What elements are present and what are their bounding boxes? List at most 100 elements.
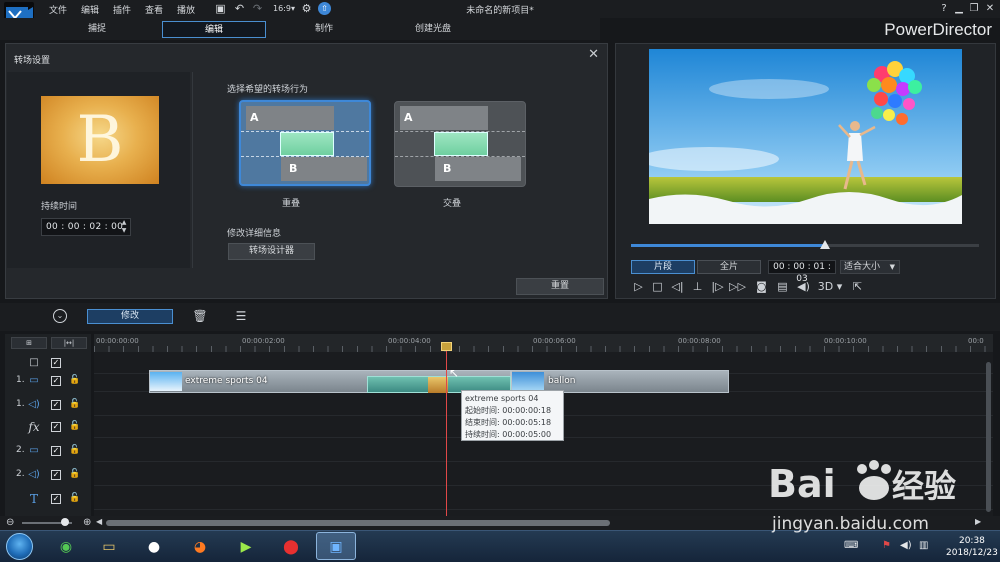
powerdirector-task-icon[interactable]: ▣: [316, 532, 356, 560]
next-frame-icon[interactable]: |▷: [710, 280, 725, 294]
split-icon[interactable]: ⊥: [690, 280, 705, 294]
track-enable-checkbox[interactable]: ✓: [51, 400, 61, 410]
qq-icon[interactable]: ●: [134, 532, 174, 560]
track-lock-icon[interactable]: 🔓: [69, 493, 80, 503]
ruler-tick-label: 00:00:06:00: [533, 337, 576, 345]
3d-mode-button[interactable]: 3D ▾: [817, 280, 843, 294]
spin-down-icon[interactable]: ▼: [117, 227, 131, 235]
zoom-in-icon[interactable]: ⊕: [83, 517, 91, 528]
track-lock-icon[interactable]: 🔓: [69, 445, 80, 455]
close-window-icon[interactable]: ✕: [983, 2, 997, 15]
chevron-down-circle-icon[interactable]: ⌄: [53, 309, 67, 323]
track-number: 1.: [16, 399, 25, 409]
edit-list-icon[interactable]: ☰: [233, 309, 249, 324]
subtitle-icon[interactable]: ▤: [775, 280, 790, 294]
track-lock-icon[interactable]: 🔓: [69, 399, 80, 409]
help-button[interactable]: ?: [937, 2, 951, 15]
play-icon[interactable]: ▷: [631, 280, 646, 294]
title-track-icon: T: [29, 492, 38, 506]
track-enable-checkbox[interactable]: ✓: [51, 470, 61, 480]
duration-label: 持续时间: [41, 202, 78, 212]
movie-mode-button[interactable]: 全片: [697, 260, 761, 274]
preview-scrubber-progress: [631, 244, 825, 247]
thumbnail-letter: B: [76, 103, 124, 177]
clip-a-bar: A: [400, 106, 488, 130]
track-lock-icon[interactable]: 🔓: [69, 421, 80, 431]
tab-produce[interactable]: 制作: [272, 21, 376, 38]
reset-button[interactable]: 重置: [516, 278, 604, 295]
transition-thumbnail: [428, 377, 448, 393]
menu-plugins[interactable]: 插件: [113, 3, 131, 16]
fast-forward-icon[interactable]: ▷▷: [729, 280, 746, 294]
restore-icon[interactable]: ❐: [967, 2, 981, 15]
track-enable-checkbox[interactable]: ✓: [51, 358, 61, 368]
snapshot-icon[interactable]: ◙: [754, 280, 769, 294]
minimize-icon[interactable]: ▁: [952, 2, 966, 15]
previous-frame-icon[interactable]: ◁|: [670, 280, 685, 294]
track-enable-checkbox[interactable]: ✓: [51, 422, 61, 432]
editor-app-icon[interactable]: ▶: [226, 532, 266, 560]
upgrade-icon[interactable]: ⇧: [318, 2, 331, 15]
baidu-watermark: Bai 经验: [764, 455, 994, 555]
preview-panel: 片段 全片 00 : 00 : 01 : 03 适合大小 ▼ ▷ □ ◁| ⊥ …: [615, 43, 996, 299]
clip-label: extreme sports 04: [185, 376, 268, 386]
modify-details-label: 修改详细信息: [227, 229, 282, 239]
clip-thumbnail: [512, 372, 544, 391]
modify-button[interactable]: 修改: [87, 309, 173, 324]
zoom-out-icon[interactable]: ⊖: [6, 517, 14, 528]
transition-designer-button[interactable]: 转场设计器: [228, 243, 315, 260]
track-enable-checkbox[interactable]: ✓: [51, 446, 61, 456]
settings-gear-icon[interactable]: ⚙: [300, 2, 313, 15]
redo-icon[interactable]: ↷: [251, 2, 264, 15]
track-number: 2.: [16, 469, 25, 479]
audio-track-icon: ◁): [28, 469, 40, 480]
menu-edit[interactable]: 编辑: [81, 3, 99, 16]
transition-settings-panel: 转场设置 ✕ B 持续时间 00 : 00 : 02 : 00 ▲ ▼ 选择希望…: [5, 43, 608, 299]
tab-create-disc[interactable]: 创建光盘: [381, 21, 485, 38]
zoom-slider-handle[interactable]: [61, 518, 69, 526]
aspect-ratio-icon[interactable]: 16:9▾: [272, 2, 296, 15]
clip-mode-button[interactable]: 片段: [631, 260, 695, 274]
track-lock-icon[interactable]: 🔓: [69, 469, 80, 479]
tab-edit[interactable]: 编辑: [162, 21, 266, 38]
start-button[interactable]: [6, 533, 33, 560]
volume-icon[interactable]: ◀): [796, 280, 811, 294]
tooltip-title: extreme sports 04: [465, 394, 539, 403]
crossfade-option-card[interactable]: A B: [394, 101, 526, 187]
menu-file[interactable]: 文件: [49, 3, 67, 16]
firefox-icon[interactable]: ◕: [180, 532, 220, 560]
track-lock-icon[interactable]: 🔓: [69, 375, 80, 385]
tab-capture[interactable]: 捕捉: [45, 21, 149, 38]
watermark-brand: Bai: [768, 462, 836, 506]
stop-icon[interactable]: □: [650, 280, 665, 294]
clip-b-bar: B: [435, 157, 521, 181]
fit-timeline-icon[interactable]: |↔|: [51, 337, 87, 349]
playhead-handle[interactable]: [441, 342, 452, 351]
timecode-field[interactable]: 00 : 00 : 01 : 03: [768, 260, 836, 284]
file-explorer-icon[interactable]: ▭: [89, 532, 129, 560]
spin-up-icon[interactable]: ▲: [117, 219, 131, 227]
scrubber-handle[interactable]: [820, 240, 830, 249]
close-icon[interactable]: ✕: [588, 47, 599, 62]
audio-track-icon: ◁): [28, 399, 40, 410]
trash-icon[interactable]: 🗑: [192, 309, 208, 324]
browser-360-icon[interactable]: ◉: [46, 532, 86, 560]
ruler-tick-label: 00:00:10:00: [824, 337, 867, 345]
recorder-icon[interactable]: ⬤: [271, 532, 311, 560]
track-enable-checkbox[interactable]: ✓: [51, 494, 61, 504]
track-number: 1.: [16, 375, 25, 385]
menu-view[interactable]: 查看: [145, 3, 163, 16]
save-icon[interactable]: ▣: [214, 2, 227, 15]
scroll-left-icon[interactable]: ◀: [96, 517, 102, 526]
horizontal-scrollbar[interactable]: [106, 520, 610, 526]
overlap-option-card[interactable]: A B: [239, 100, 371, 186]
ruler-tick-label: 00:00:04:00: [388, 337, 431, 345]
track-manager-icon[interactable]: ⊞: [11, 337, 47, 349]
undock-icon[interactable]: ⇱: [850, 280, 865, 294]
menu-play[interactable]: 播放: [177, 3, 195, 16]
track-enable-checkbox[interactable]: ✓: [51, 376, 61, 386]
divider: [192, 72, 193, 268]
duration-spinner[interactable]: ▲ ▼: [117, 218, 131, 236]
undo-icon[interactable]: ↶: [233, 2, 246, 15]
fit-size-select[interactable]: 适合大小 ▼: [840, 260, 900, 274]
